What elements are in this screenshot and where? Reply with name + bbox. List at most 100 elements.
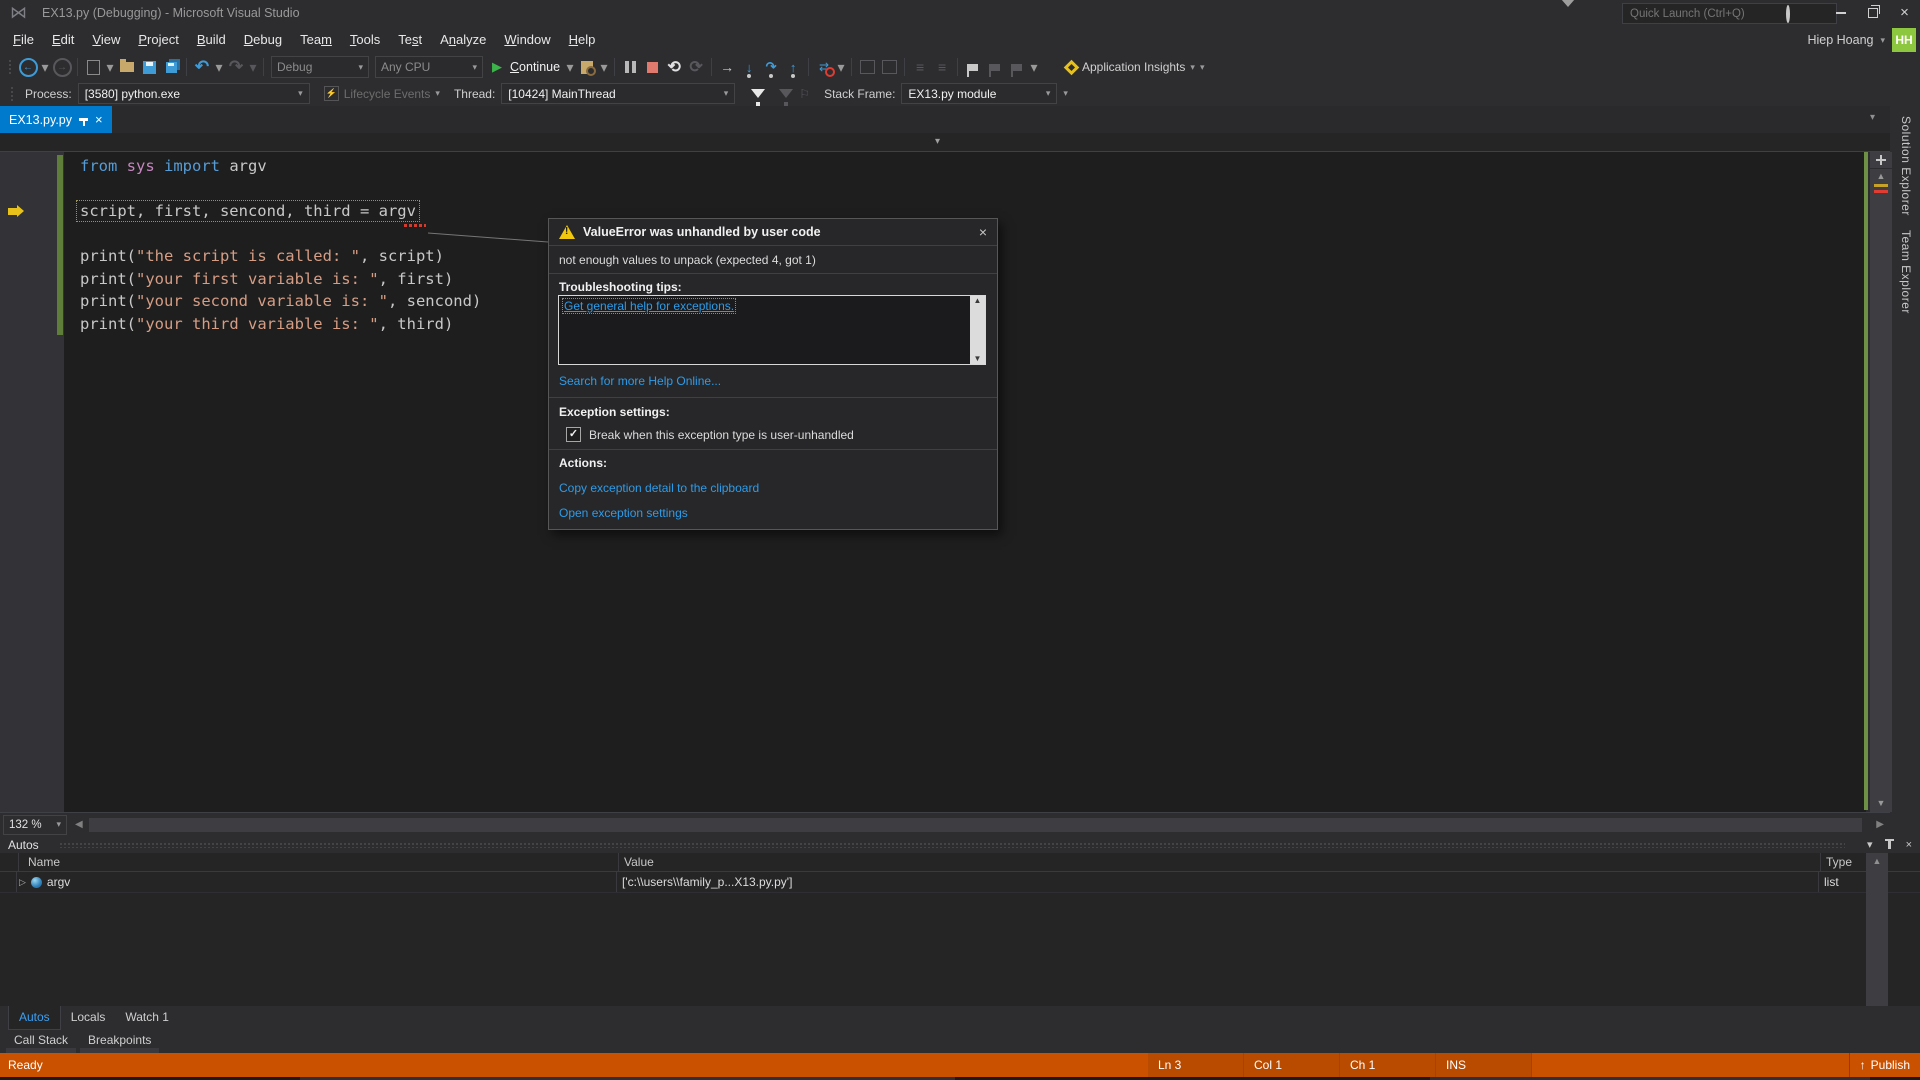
column-header-name[interactable]: Name (18, 853, 618, 871)
column-header-type[interactable]: Type (1820, 853, 1866, 871)
toolbar-overflow-icon[interactable]: ▾ (598, 56, 610, 78)
notifications-funnel-icon[interactable] (1561, 0, 1575, 21)
tab-close-icon[interactable]: × (95, 112, 103, 127)
new-file-button[interactable] (82, 56, 104, 78)
menu-item-debug[interactable]: Debug (235, 27, 291, 52)
publish-button[interactable]: ↑ Publish (1848, 1053, 1910, 1077)
solution-configuration-combo[interactable]: Debug ▾ (271, 56, 369, 78)
menu-item-test[interactable]: Test (389, 27, 431, 52)
undo-button[interactable]: ↶ (191, 56, 213, 78)
pin-icon[interactable] (1884, 838, 1894, 849)
save-all-button[interactable] (160, 56, 182, 78)
stop-debugging-button[interactable] (641, 56, 663, 78)
editor-vertical-scrollbar[interactable]: ▲ ▼ (1870, 152, 1892, 812)
tab-ex13-py[interactable]: EX13.py.py × (0, 106, 112, 133)
panel-tab-watch-1[interactable]: Watch 1 (115, 1006, 179, 1030)
feedback-person-icon[interactable] (1594, 6, 1608, 20)
application-insights-overflow-icon[interactable]: ▾ (1200, 62, 1205, 73)
menu-item-view[interactable]: View (83, 27, 129, 52)
expander-icon[interactable]: ▷ (19, 877, 26, 888)
menu-item-tools[interactable]: Tools (341, 27, 389, 52)
menu-item-file[interactable]: File (4, 27, 43, 52)
quick-launch-input[interactable] (1622, 3, 1837, 24)
open-exception-settings-link[interactable]: Open exception settings (559, 506, 688, 520)
step-over-button[interactable]: ↷ (760, 56, 782, 78)
toggle-bookmark-icon[interactable] (962, 56, 984, 78)
code-line-5[interactable]: print("the script is called: ", script) (64, 245, 481, 268)
code-line-8[interactable]: print("your third variable is: ", third) (64, 313, 481, 336)
hscroll-left-icon[interactable]: ◀ (75, 819, 83, 830)
application-insights-label[interactable]: Application Insights (1082, 60, 1185, 74)
debugbar-grip[interactable] (10, 85, 15, 102)
close-button[interactable]: × (1890, 0, 1919, 25)
restore-button[interactable] (1858, 0, 1887, 25)
application-insights-icon[interactable] (1063, 59, 1080, 75)
navbar-dropdown-icon[interactable]: ▾ (935, 136, 940, 147)
breakpoint-margin[interactable] (0, 152, 64, 812)
signed-in-user[interactable]: Hiep Hoang (1807, 33, 1873, 47)
autos-row-argv[interactable]: ▷ argv ['c:\\users\\family_p...X13.py.py']… (0, 872, 1920, 893)
scroll-up-icon[interactable]: ▲ (1870, 169, 1892, 183)
avatar[interactable]: HH (1892, 28, 1916, 52)
general-help-link[interactable]: Get general help for exceptions. (562, 298, 737, 314)
column-header-value[interactable]: Value (618, 853, 1820, 871)
panel-tab-call-stack[interactable]: Call Stack (4, 1030, 78, 1054)
window-position-dropdown-icon[interactable]: ▾ (1867, 838, 1873, 851)
tips-scrollbar[interactable]: ▲ ▼ (970, 296, 985, 364)
solution-platform-combo[interactable]: Any CPU ▾ (375, 56, 483, 78)
debugbar-overflow-icon[interactable]: ▾ (1063, 88, 1068, 99)
user-dropdown-icon[interactable]: ▾ (1880, 35, 1885, 46)
stack-frame-combo[interactable]: EX13.py module ▾ (901, 83, 1058, 104)
step-out-button[interactable]: ↑ (782, 56, 804, 78)
menu-item-window[interactable]: Window (495, 27, 559, 52)
open-file-button[interactable] (116, 56, 138, 78)
continue-button[interactable]: Continue (510, 60, 560, 74)
step-into-button[interactable]: ↓ (738, 56, 760, 78)
code-line-3[interactable]: script, first, sencond, third = argv (64, 200, 481, 223)
autos-scrollbar[interactable]: ▲ (1866, 853, 1888, 1006)
navigate-forward-button[interactable]: → (51, 56, 73, 78)
copy-exception-detail-link[interactable]: Copy exception detail to the clipboard (559, 481, 759, 495)
redo-button[interactable]: ↷ (225, 56, 247, 78)
menu-item-help[interactable]: Help (560, 27, 605, 52)
tab-pin-icon[interactable] (79, 118, 89, 126)
toolbar-grip[interactable] (8, 59, 13, 75)
navigate-back-button[interactable]: ← (17, 56, 39, 78)
new-file-dropdown-icon[interactable]: ▾ (104, 56, 116, 78)
save-button[interactable] (138, 56, 160, 78)
code-line-1[interactable]: from sys import argv (64, 155, 481, 178)
break-checkbox[interactable]: ✓ (566, 427, 581, 442)
minimize-button[interactable] (1826, 0, 1855, 25)
horizontal-scrollbar[interactable] (88, 817, 1863, 832)
menu-item-build[interactable]: Build (188, 27, 235, 52)
thread-combo[interactable]: [10424] MainThread ▾ (501, 83, 736, 104)
menu-item-analyze[interactable]: Analyze (431, 27, 495, 52)
bookmark-overflow-icon[interactable]: ▾ (1028, 56, 1040, 78)
autos-panel-header[interactable]: Autos ▾ × (0, 836, 1920, 853)
menu-item-project[interactable]: Project (129, 27, 188, 52)
side-tab-team-explorer[interactable]: Team Explorer (1899, 230, 1913, 314)
application-insights-dropdown-icon[interactable]: ▾ (1190, 62, 1195, 73)
panel-tab-locals[interactable]: Locals (61, 1006, 116, 1030)
attach-to-process-icon[interactable] (576, 56, 598, 78)
search-help-online-link[interactable]: Search for more Help Online... (559, 374, 721, 388)
scroll-down-icon[interactable]: ▼ (1870, 796, 1892, 810)
hscroll-right-icon[interactable]: ▶ (1876, 819, 1884, 830)
panel-close-icon[interactable]: × (1906, 839, 1912, 851)
split-window-handle[interactable] (1870, 152, 1892, 169)
break-on-exception-button[interactable]: ⇄ (813, 56, 836, 78)
menu-item-edit[interactable]: Edit (43, 27, 83, 52)
code-line-6[interactable]: print("your first variable is: ", first) (64, 268, 481, 291)
process-combo[interactable]: [3580] python.exe ▾ (77, 83, 310, 104)
panel-tab-autos[interactable]: Autos (8, 1006, 61, 1030)
restart-button[interactable]: ⟲ (663, 56, 685, 78)
debug-overflow-icon[interactable]: ▾ (835, 56, 847, 78)
pause-button[interactable] (619, 56, 641, 78)
navigate-back-dropdown-icon[interactable]: ▾ (39, 56, 51, 78)
exception-dialog-close-icon[interactable]: × (979, 224, 987, 240)
filter-threads-icon[interactable] (751, 89, 766, 109)
show-next-statement-button[interactable]: → (716, 56, 738, 78)
side-tab-solution-explorer[interactable]: Solution Explorer (1899, 116, 1913, 216)
code-line-7[interactable]: print("your second variable is: ", senco… (64, 290, 481, 313)
undo-dropdown-icon[interactable]: ▾ (213, 56, 225, 78)
